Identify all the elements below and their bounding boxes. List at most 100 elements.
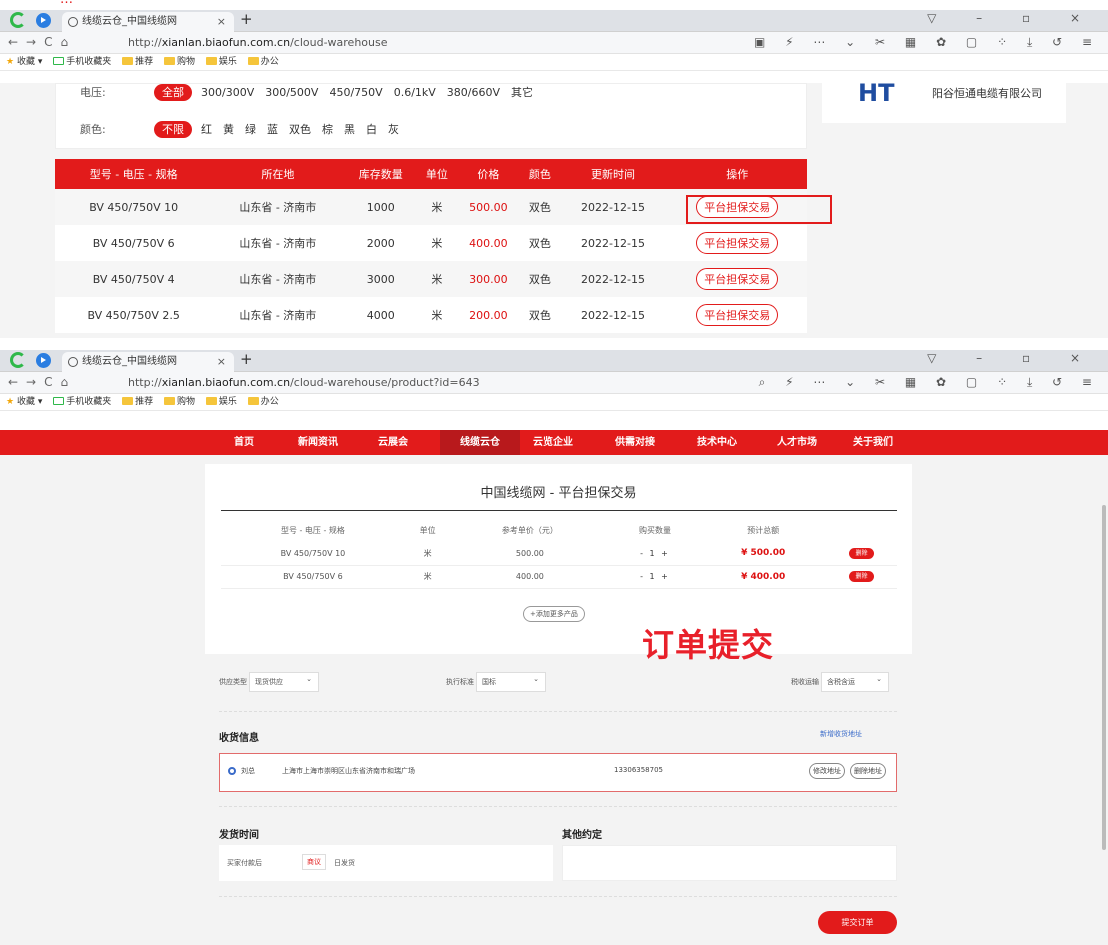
new-tab-icon[interactable]: +	[240, 10, 253, 28]
bookmark-item[interactable]: 购物	[177, 397, 195, 407]
browser-window-1: 线缆云仓_中国线缆网 × + ▽ – ▫ × ←→C⌂ http://xianla…	[0, 10, 1108, 71]
standard-select[interactable]: 国标 ⌄	[476, 672, 546, 692]
divider	[221, 510, 897, 511]
browser-tab[interactable]: 线缆云仓_中国线缆网 ×	[62, 352, 234, 372]
voltage-option[interactable]: 其它	[511, 86, 533, 99]
company-name: 阳谷恒通电缆有限公司	[932, 87, 1042, 100]
new-address-link[interactable]: 新增收货地址	[820, 729, 862, 739]
navigate-icon[interactable]	[36, 13, 51, 28]
color-option[interactable]: 双色	[289, 123, 311, 136]
submit-order-button[interactable]: 提交订单	[818, 911, 897, 934]
bookmark-item[interactable]: 办公	[261, 57, 279, 67]
new-tab-icon[interactable]: +	[240, 350, 253, 368]
nav-cloud-warehouse[interactable]: 线缆云仓	[440, 430, 520, 455]
bookmark-item[interactable]: 娱乐	[219, 57, 237, 67]
browser-window-2: 线缆云仓_中国线缆网 × + ▽ – ▫ × ←→C⌂ http://xianla…	[0, 350, 1108, 411]
close-tab-icon[interactable]: ×	[217, 12, 226, 32]
quantity-stepper[interactable]: - 1 +	[640, 572, 670, 581]
voltage-option[interactable]: 380/660V	[447, 86, 500, 99]
bookmarks-bar: ★ 收藏 ▾ 手机收藏夹 推荐 购物 娱乐 办公	[0, 54, 1108, 71]
nav-home[interactable]: 首页	[222, 430, 266, 455]
address-card[interactable]: 刘总 上海市上海市崇明区山东省济南市和瑞广场 13306358705 修改地址 …	[219, 753, 897, 792]
color-option[interactable]: 黄	[223, 123, 234, 136]
annotation-strip: …	[0, 0, 1108, 10]
color-filter: 颜色: 不限红黄绿蓝双色棕黑白灰	[80, 121, 399, 138]
nav-supply-demand[interactable]: 供需对接	[600, 430, 670, 455]
voltage-option[interactable]: 450/750V	[329, 86, 382, 99]
supplier-card[interactable]: HT 阳谷恒通电缆有限公司	[822, 83, 1066, 123]
color-option-active[interactable]: 不限	[154, 121, 192, 138]
delete-button[interactable]: 删除	[848, 547, 874, 559]
bookmark-item[interactable]: 手机收藏夹	[66, 397, 111, 407]
window-controls[interactable]: ▽ – ▫ ×	[927, 351, 1098, 365]
overlay-caption: 订单提交	[642, 626, 775, 664]
url-input[interactable]: http://xianlan.biaofun.com.cn/cloud-ware…	[128, 36, 388, 49]
bookmark-item[interactable]: 娱乐	[219, 397, 237, 407]
folder-icon	[122, 397, 134, 405]
voltage-option[interactable]: 0.6/1kV	[394, 86, 436, 99]
bookmark-item[interactable]: 办公	[261, 397, 279, 407]
color-option[interactable]: 黑	[344, 123, 355, 136]
divider	[219, 806, 897, 807]
tab-title: 线缆云仓_中国线缆网	[82, 356, 177, 367]
color-option[interactable]: 绿	[245, 123, 256, 136]
divider	[219, 896, 897, 897]
guarantee-trade-button[interactable]: 平台担保交易	[696, 268, 779, 290]
other-terms-input[interactable]	[562, 845, 897, 881]
address-bar: ←→C⌂ http://xianlan.biaofun.com.cn/cloud…	[0, 372, 1108, 394]
nav-tech[interactable]: 技术中心	[686, 430, 748, 455]
color-option[interactable]: 蓝	[267, 123, 278, 136]
nav-talent[interactable]: 人才市场	[762, 430, 832, 455]
bookmark-item[interactable]: 推荐	[135, 397, 153, 407]
star-icon: ★	[6, 397, 15, 407]
nav-buttons[interactable]: ←→C⌂	[8, 375, 76, 389]
browser-tab[interactable]: 线缆云仓_中国线缆网 ×	[62, 12, 234, 32]
address-bar: ←→C⌂ http://xianlan.biaofun.com.cn/cloud…	[0, 32, 1108, 54]
folder-icon	[164, 397, 175, 405]
url-input[interactable]: http://xianlan.biaofun.com.cn/cloud-ware…	[128, 376, 480, 389]
delete-button[interactable]: 删除	[848, 571, 874, 582]
close-tab-icon[interactable]: ×	[217, 352, 226, 372]
chevron-down-icon: ⌄	[533, 675, 539, 683]
nav-enterprise[interactable]: 云览企业	[522, 430, 584, 455]
toolbar-icons[interactable]: ⌕ ⚡ ⋯ ⌄ ✂ ▦ ✿ ▢ ⁘ ⤓ ↺ ≡	[759, 375, 1100, 390]
nav-buttons[interactable]: ←→C⌂	[8, 35, 76, 49]
standard-field: 执行标准 国标 ⌄	[446, 672, 546, 692]
address-radio[interactable]	[228, 767, 236, 775]
bookmark-item[interactable]: 收藏	[17, 57, 35, 67]
folder-icon	[205, 57, 217, 65]
guarantee-trade-button[interactable]: 平台担保交易	[696, 196, 779, 218]
ship-days-select[interactable]: 商议	[302, 854, 326, 870]
color-option[interactable]: 灰	[388, 123, 399, 136]
edit-address-button[interactable]: 修改地址	[809, 763, 845, 779]
bookmark-item[interactable]: 购物	[177, 57, 195, 67]
tab-title: 线缆云仓_中国线缆网	[82, 16, 177, 27]
guarantee-trade-button[interactable]: 平台担保交易	[696, 304, 779, 326]
nav-about[interactable]: 关于我们	[842, 430, 904, 455]
scrollbar[interactable]	[1102, 505, 1106, 850]
voltage-option[interactable]: 300/500V	[265, 86, 318, 99]
other-terms-title: 其他约定	[562, 830, 602, 841]
add-more-button[interactable]: +添加更多产品	[523, 606, 585, 622]
navigate-icon[interactable]	[36, 353, 51, 368]
guarantee-trade-button[interactable]: 平台担保交易	[696, 232, 779, 254]
nav-expo[interactable]: 云展会	[362, 430, 424, 455]
quantity-stepper[interactable]: - 1 +	[640, 549, 670, 558]
voltage-option[interactable]: 300/300V	[201, 86, 254, 99]
bookmark-item[interactable]: 推荐	[135, 57, 153, 67]
supply-type-select[interactable]: 现货供应 ⌄	[249, 672, 319, 692]
window-controls[interactable]: ▽ – ▫ ×	[927, 11, 1098, 25]
nav-news[interactable]: 新闻资讯	[283, 430, 353, 455]
folder-icon	[122, 57, 134, 65]
color-option[interactable]: 白	[366, 123, 377, 136]
bookmark-item[interactable]: 手机收藏夹	[66, 57, 111, 67]
globe-icon	[68, 357, 78, 367]
voltage-filter: 电压: 全部 300/300V 300/500V 450/750V 0.6/1kV 380/…	[80, 84, 534, 101]
voltage-option-active[interactable]: 全部	[154, 84, 192, 101]
tax-select[interactable]: 含税含运 ⌄	[821, 672, 889, 692]
toolbar-icons[interactable]: ▣ ⚡ ⋯ ⌄ ✂ ▦ ✿ ▢ ⁘ ⤓ ↺ ≡	[754, 35, 1100, 50]
bookmark-item[interactable]: 收藏	[17, 397, 35, 407]
color-option[interactable]: 棕	[322, 123, 333, 136]
color-option[interactable]: 红	[201, 123, 212, 136]
delete-address-button[interactable]: 删除地址	[850, 763, 886, 779]
